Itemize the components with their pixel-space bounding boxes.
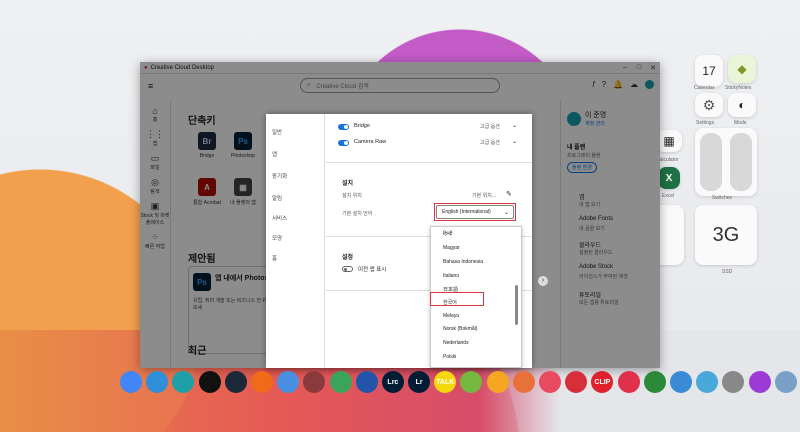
stickynotes-icon: ◆ — [737, 62, 747, 76]
lrc-icon[interactable]: Lrc — [381, 371, 404, 393]
language-option[interactable]: Italiano — [443, 273, 459, 279]
install-title: 설치 — [342, 181, 354, 187]
bridge-advanced-options[interactable]: 고급 옵션 — [480, 123, 500, 130]
camera-app-icon[interactable] — [539, 371, 561, 393]
camera-raw-toggle[interactable] — [338, 140, 349, 146]
steam-icon[interactable] — [224, 371, 247, 393]
show-older-apps-toggle[interactable] — [342, 266, 353, 272]
install-language-label: 기본 설치 언어 — [342, 211, 373, 217]
play-icon[interactable] — [486, 371, 509, 393]
tools-app-icon[interactable] — [722, 371, 745, 393]
monitor-app-icon[interactable] — [669, 371, 692, 393]
pref-nav-apps[interactable]: 앱 — [272, 150, 277, 158]
power-app-icon[interactable] — [748, 371, 771, 393]
chevron-down-icon: ⌄ — [512, 139, 518, 145]
edge-beta-icon[interactable] — [172, 371, 195, 393]
pref-nav-appearance[interactable]: 모양 — [272, 234, 282, 242]
ext-app-icon[interactable] — [696, 371, 719, 393]
show-older-apps-label: 이전 앱 표시 — [358, 267, 387, 273]
volume-switch[interactable] — [700, 133, 722, 191]
utorrent-icon[interactable] — [460, 371, 483, 393]
pref-nav-sync[interactable]: 동기화 — [272, 172, 287, 180]
pref-nav-general[interactable]: 일반 — [272, 128, 282, 136]
language-option[interactable]: Magyar — [443, 245, 460, 251]
bridge-label: Bridge — [354, 123, 370, 129]
settings-widget[interactable]: ⚙ — [695, 93, 723, 117]
lr-icon[interactable]: Lr — [408, 371, 431, 393]
player-app-icon[interactable] — [617, 371, 640, 393]
talk-icon[interactable]: TALK — [434, 371, 457, 393]
stickynotes-widget[interactable]: ◆ — [728, 55, 756, 83]
language-option[interactable]: Melayu — [443, 313, 459, 319]
green-app-icon[interactable] — [329, 371, 352, 393]
preferences-nav: 일반 앱 동기화 알림 서비스 모양 홈 — [266, 114, 325, 368]
language-option[interactable]: Nederlands — [443, 340, 469, 346]
install-location-value[interactable]: 기본 위치... — [472, 192, 496, 199]
language-option[interactable]: Polski — [443, 354, 456, 360]
calendar-day: 17 — [702, 64, 716, 78]
gear-icon: ⚙ — [702, 96, 716, 113]
install-location-label: 설치 위치 — [342, 193, 362, 199]
dock: Lrc Lr TALK CLIP — [120, 367, 797, 397]
creative-cloud-window: ● Creative Cloud Desktop – □ ✕ ≡ ⌕ Creat… — [140, 62, 660, 368]
language-option[interactable]: हिन्दी — [443, 231, 452, 237]
mode-label: Mode — [734, 120, 747, 126]
mode-widget[interactable]: ◐ — [728, 93, 756, 117]
pref-nav-home[interactable]: 홈 — [272, 254, 277, 262]
language-option[interactable]: Bahasa Indonesia — [443, 259, 483, 265]
ssd-widget[interactable]: 3G — [695, 205, 757, 265]
bridge-toggle[interactable] — [338, 124, 349, 130]
excel-icon: X — [665, 172, 673, 184]
calendar-widget[interactable]: 17 — [695, 55, 723, 87]
dropdown-scrollbar[interactable] — [515, 285, 518, 325]
excel-label: Excel — [662, 193, 675, 199]
language-select-highlight — [434, 203, 516, 221]
ssd-value: 3G — [712, 223, 740, 246]
chip-app-icon[interactable] — [355, 371, 378, 393]
stickynotes-label: StickyNotes — [725, 85, 752, 91]
chrome-icon[interactable] — [120, 371, 142, 393]
settings-title: 설정 — [342, 255, 354, 261]
ssd-label: SSD — [722, 269, 733, 275]
clip-app-icon[interactable]: CLIP — [591, 371, 614, 393]
switches-label: Switches — [712, 195, 733, 201]
settings-label: Settings — [696, 120, 715, 126]
brightness-switch[interactable] — [730, 133, 752, 191]
butterfly-app-icon[interactable] — [277, 371, 300, 393]
pdf-app-icon[interactable] — [303, 371, 326, 393]
korean-option-highlight — [430, 292, 484, 306]
chevron-down-icon: ⌄ — [512, 123, 518, 129]
pref-nav-notifications[interactable]: 알림 — [272, 194, 282, 202]
camera-raw-advanced-options[interactable]: 고급 옵션 — [480, 139, 500, 146]
next-arrow-icon[interactable]: › — [538, 276, 548, 286]
camera-raw-label: Camera Raw — [354, 139, 387, 145]
trash-app-icon[interactable] — [774, 371, 797, 393]
switches-widget[interactable] — [695, 128, 757, 196]
language-option[interactable]: Norsk (Bokmål) — [443, 326, 477, 332]
crop-app-icon[interactable] — [565, 371, 588, 393]
edit-app-icon[interactable] — [643, 371, 666, 393]
excel-widget[interactable]: X — [658, 167, 680, 189]
calculator-icon: ▦ — [663, 134, 675, 148]
pref-nav-services[interactable]: 서비스 — [272, 214, 287, 222]
photo-app-icon[interactable] — [512, 371, 535, 393]
calendar-label: Calendar — [694, 85, 715, 91]
mode-icon: ◐ — [738, 98, 746, 112]
divider — [326, 162, 532, 163]
opera-icon[interactable] — [198, 371, 221, 393]
s-app-icon[interactable] — [250, 371, 273, 393]
edge-icon[interactable] — [146, 371, 169, 393]
pencil-icon[interactable]: ✎ — [506, 190, 512, 198]
